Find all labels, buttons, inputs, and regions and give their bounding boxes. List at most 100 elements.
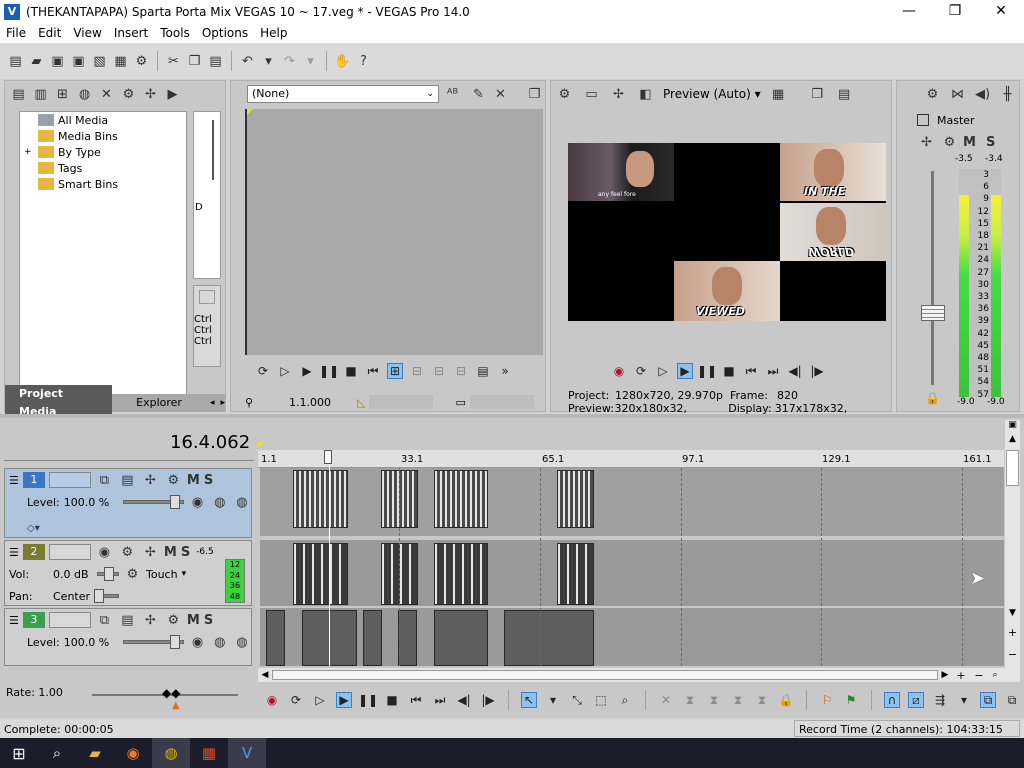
composite-mode-icon[interactable]: ◉: [188, 633, 206, 652]
master-fader-knob[interactable]: [921, 305, 945, 321]
play-icon[interactable]: ▶: [677, 363, 693, 379]
start-windows-icon[interactable]: ⊞: [0, 738, 38, 768]
properties-icon[interactable]: ▦: [111, 52, 130, 71]
enable-snapping-icon[interactable]: ✋: [333, 52, 352, 71]
track-fx-icon[interactable]: ⚙: [164, 471, 183, 490]
save-icon[interactable]: ▣: [48, 52, 67, 71]
tree-item-tags[interactable]: Tags: [20, 160, 186, 176]
media-fx-icon[interactable]: ⚙: [119, 85, 138, 104]
pause-icon[interactable]: ❚❚: [319, 363, 339, 379]
track-2-header[interactable]: ☰ 2 ◉ ⚙ ✢ M S -6.5 Vol: 0.0 dB ⚙ Touch ▾…: [4, 540, 252, 606]
lock-icon[interactable]: 🔒: [778, 692, 794, 708]
track-2-mute-button[interactable]: M: [164, 545, 177, 560]
horizontal-scroll-thumb[interactable]: [272, 670, 938, 680]
trim-start-icon[interactable]: ⧗: [706, 692, 722, 708]
undo-dropdown-icon[interactable]: ▾: [259, 52, 278, 71]
overlays-icon[interactable]: ▦: [769, 85, 788, 104]
loop-icon[interactable]: ⟳: [255, 363, 271, 379]
render-icon[interactable]: ▧: [90, 52, 109, 71]
close-button[interactable]: ✕: [978, 0, 1024, 23]
tree-item-by-type[interactable]: + By Type: [20, 144, 186, 160]
tool-dropdown-icon[interactable]: ▾: [545, 692, 561, 708]
video-event-clip[interactable]: [434, 470, 488, 528]
go-to-end-icon[interactable]: ⏭: [432, 692, 448, 708]
pan-crop-icon[interactable]: ✢: [141, 471, 160, 490]
video-event-clip[interactable]: [398, 610, 417, 666]
playhead-cursor[interactable]: [329, 466, 330, 666]
tree-item-media-bins[interactable]: Media Bins: [20, 128, 186, 144]
loop-region-marker-icon[interactable]: [258, 442, 264, 448]
scroll-left-icon[interactable]: ◀: [258, 670, 272, 680]
chrome-icon[interactable]: ◍: [152, 738, 190, 768]
media-generator-icon[interactable]: ✢: [141, 85, 160, 104]
snapping-icon[interactable]: ∩: [884, 692, 900, 708]
split-screen-icon[interactable]: ✢: [609, 85, 628, 104]
auto-crossfade-icon[interactable]: ⧄: [908, 692, 924, 708]
pause-icon[interactable]: ❚❚: [697, 363, 717, 379]
track-1-mute-button[interactable]: M: [187, 473, 200, 488]
track-fx-icon[interactable]: ⚙: [118, 543, 137, 562]
split-icon[interactable]: ⧗: [754, 692, 770, 708]
video-event-clip[interactable]: [557, 470, 594, 528]
play-from-start-icon[interactable]: ▷: [312, 692, 328, 708]
track-2-pan-slider[interactable]: [94, 589, 119, 603]
track-3-header[interactable]: ☰ 3 ⧉ ▤ ✢ ⚙ M S Level: 100.0 % ◉ ◍ ◍: [4, 608, 252, 666]
app-tile-icon[interactable]: ▦: [190, 738, 228, 768]
pan-icon[interactable]: ✢: [141, 543, 160, 562]
menu-help[interactable]: Help: [254, 26, 293, 40]
zoom-tool-icon[interactable]: ⌕: [988, 670, 1002, 680]
scroll-right-icon[interactable]: ▶: [938, 670, 952, 680]
parent-icon[interactable]: ◍: [211, 633, 229, 652]
insert-marker-icon[interactable]: ⚐: [819, 692, 835, 708]
previous-frame-icon[interactable]: ◀|: [787, 363, 803, 379]
paste-icon[interactable]: ▤: [206, 52, 225, 71]
timeline-vertical-scrollbar[interactable]: ▣ ▲ ▼ + −: [1005, 420, 1020, 668]
slider-knob[interactable]: [170, 495, 181, 509]
timeline-marker-icon[interactable]: ▣: [1005, 420, 1020, 434]
speaker-icon[interactable]: ◀): [973, 85, 992, 104]
preview-frame[interactable]: any feel fore IN THE WORLD VIEWED: [568, 143, 886, 321]
loop-icon[interactable]: ⟳: [633, 363, 649, 379]
menu-insert[interactable]: Insert: [108, 26, 154, 40]
tab-scroll-right-icon[interactable]: ▸: [220, 398, 225, 408]
expand-arrow-icon[interactable]: ▶: [163, 85, 182, 104]
menu-options[interactable]: Options: [196, 26, 254, 40]
pan-icon[interactable]: ✢: [917, 133, 936, 152]
timeline-horizontal-scrollbar[interactable]: ◀ ▶ + − ⌕: [258, 668, 1020, 682]
next-frame-icon[interactable]: |▶: [809, 363, 825, 379]
video-event-clip[interactable]: [293, 470, 348, 528]
play-from-start-icon[interactable]: ▷: [655, 363, 671, 379]
scroll-thumb[interactable]: [1006, 450, 1019, 486]
get-media-icon[interactable]: ⊞: [53, 85, 72, 104]
video-event-clip[interactable]: [266, 610, 285, 666]
track-2-name-field[interactable]: [48, 544, 91, 560]
timeline-ruler[interactable]: 1.1 33.1 65.1 97.1 129.1 161.1: [258, 450, 1004, 468]
video-event-clip[interactable]: [504, 610, 594, 666]
open-icon[interactable]: ▰: [27, 52, 46, 71]
track-2-lane[interactable]: [260, 540, 1004, 606]
stop-icon[interactable]: ■: [721, 363, 737, 379]
settings-gear-icon[interactable]: ⚙: [132, 52, 151, 71]
play-icon[interactable]: ▶: [299, 363, 315, 379]
record-icon[interactable]: ◉: [611, 363, 627, 379]
stop-icon[interactable]: ■: [343, 363, 359, 379]
copy-icon[interactable]: ❐: [185, 52, 204, 71]
external-monitor-icon[interactable]: ▭: [582, 85, 601, 104]
ignore-grouping-icon[interactable]: ⧉: [1004, 692, 1020, 708]
trim-end-icon[interactable]: ⧗: [730, 692, 746, 708]
track-fx-icon[interactable]: ⚙: [164, 611, 183, 630]
rate-slider-knob-icon[interactable]: ◆◆: [162, 686, 180, 700]
next-frame-icon[interactable]: |▶: [480, 692, 496, 708]
audio-event-clip[interactable]: [434, 543, 488, 605]
zoom-in-icon[interactable]: +: [1005, 626, 1020, 639]
insert-icon[interactable]: ⊟: [409, 363, 425, 379]
save-snapshot-icon[interactable]: ▤: [835, 85, 854, 104]
track-collapse-icon[interactable]: ☰: [9, 614, 19, 627]
ripple-dropdown-icon[interactable]: ▾: [956, 692, 972, 708]
scroll-down-icon[interactable]: ▼: [1005, 608, 1020, 622]
go-to-end-icon[interactable]: ⏭: [765, 363, 781, 379]
stop-icon[interactable]: ■: [384, 692, 400, 708]
mixer-gear-icon[interactable]: ⚙: [923, 85, 942, 104]
remove-icon[interactable]: ✕: [97, 85, 116, 104]
master-mute-button[interactable]: M: [963, 135, 976, 150]
